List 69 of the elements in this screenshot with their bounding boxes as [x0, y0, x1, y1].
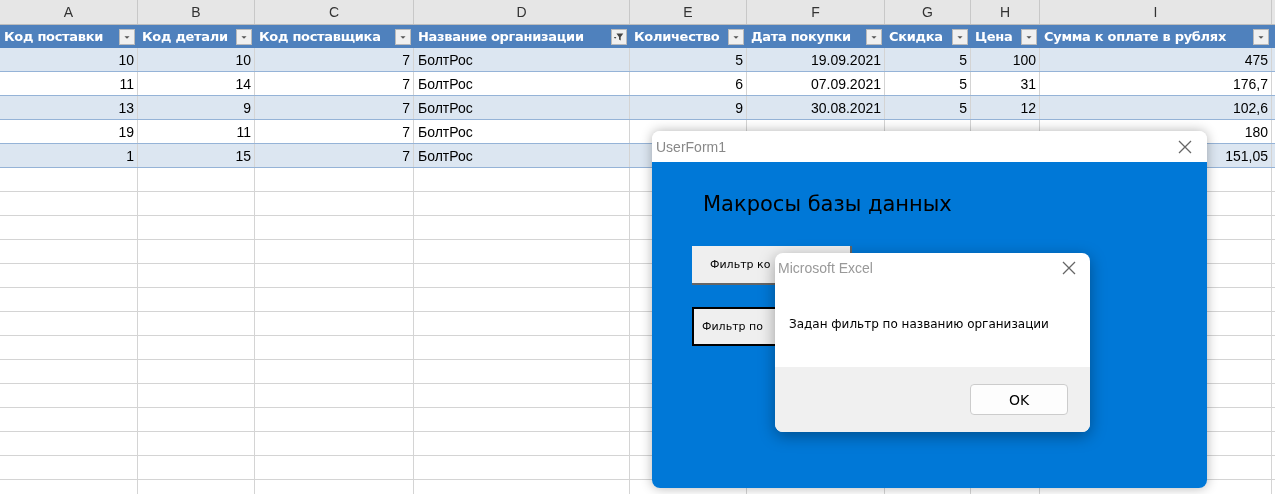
column-title: Скидка: [889, 29, 943, 44]
column-header[interactable]: A: [0, 0, 138, 24]
table-cell: 5: [959, 75, 967, 92]
table-cell: 102,6: [1232, 99, 1268, 116]
table-cell: 1: [126, 147, 134, 164]
table-cell: 176,7: [1232, 75, 1268, 92]
column-header[interactable]: E: [630, 0, 747, 24]
column-title: Цена: [975, 29, 1013, 44]
column-header[interactable]: F: [747, 0, 885, 24]
table-cell: БолтРос: [418, 99, 473, 116]
table-cell: БолтРос: [418, 75, 473, 92]
table-cell: 15: [235, 147, 251, 164]
table-cell: 151,05: [1225, 147, 1268, 164]
column-title: Код поставщика: [259, 29, 381, 44]
table-cell: 30.08.2021: [810, 99, 881, 116]
table-cell: БолтРос: [418, 123, 473, 140]
column-title: Код детали: [142, 29, 228, 44]
table-cell: 7: [402, 51, 410, 68]
filter-icon[interactable]: [611, 28, 627, 45]
close-icon[interactable]: [1062, 261, 1076, 275]
table-cell: 7: [402, 75, 410, 92]
column-header[interactable]: C: [255, 0, 414, 24]
table-cell: 475: [1244, 51, 1268, 68]
table-cell: 7: [402, 147, 410, 164]
dropdown-icon[interactable]: [728, 28, 744, 45]
table-cell: 5: [959, 51, 967, 68]
ok-button[interactable]: OK: [970, 384, 1068, 415]
table-cell: 12: [1020, 99, 1036, 116]
table-cell: 10: [118, 51, 134, 68]
table-cell: 10: [235, 51, 251, 68]
table-cell: 9: [243, 99, 251, 116]
table-cell: 31: [1020, 75, 1036, 92]
dropdown-icon[interactable]: [1253, 28, 1269, 45]
table-cell: 19: [118, 123, 134, 140]
dropdown-icon[interactable]: [952, 28, 968, 45]
window-title: UserForm1: [656, 138, 726, 155]
column-title: Сумма к оплате в рублях: [1044, 29, 1226, 44]
table-cell: 5: [735, 51, 743, 68]
table-cell: 11: [119, 75, 134, 92]
table-cell: 13: [118, 99, 134, 116]
column-title: Название организации: [418, 29, 584, 44]
column-header[interactable]: B: [138, 0, 255, 24]
table-cell: БолтРос: [418, 51, 473, 68]
table-cell: 5: [959, 99, 967, 116]
table-cell: 7: [402, 123, 410, 140]
table-cell: 07.09.2021: [810, 75, 881, 92]
column-header[interactable]: I: [1040, 0, 1272, 24]
dropdown-icon[interactable]: [395, 28, 411, 45]
column-header[interactable]: D: [414, 0, 630, 24]
table-cell: 7: [402, 99, 410, 116]
dropdown-icon[interactable]: [236, 28, 252, 45]
column-title: Количество: [634, 29, 720, 44]
column-title: Дата покупки: [751, 29, 851, 44]
dropdown-icon[interactable]: [866, 28, 882, 45]
close-icon[interactable]: [1178, 139, 1192, 154]
dropdown-icon[interactable]: [119, 28, 135, 45]
table-cell: 14: [235, 75, 251, 92]
dropdown-icon[interactable]: [1021, 28, 1037, 45]
table-cell: 9: [735, 99, 743, 116]
table-cell: 180: [1244, 123, 1268, 140]
table-cell: 100: [1012, 51, 1036, 68]
column-title: Код поставки: [4, 29, 104, 44]
table-cell: БолтРос: [418, 147, 473, 164]
column-header[interactable]: G: [885, 0, 971, 24]
table-cell: 19.09.2021: [810, 51, 881, 68]
column-header[interactable]: H: [971, 0, 1040, 24]
form-heading: Макросы базы данных: [703, 192, 952, 216]
table-cell: 11: [236, 123, 251, 140]
table-cell: 6: [735, 75, 743, 92]
